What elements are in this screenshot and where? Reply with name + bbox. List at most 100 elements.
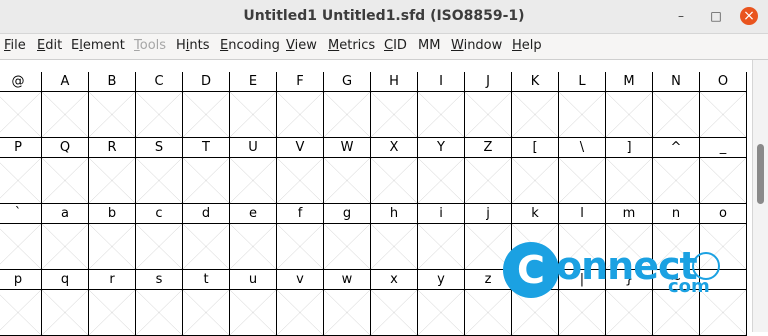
menu-help[interactable]: Help xyxy=(512,38,542,53)
glyph-cell[interactable]: W xyxy=(324,138,371,204)
empty-glyph-placeholder xyxy=(183,290,230,336)
glyph-cell[interactable]: M xyxy=(606,72,653,138)
glyph-cell[interactable]: C xyxy=(136,72,183,138)
empty-glyph-placeholder xyxy=(371,224,418,270)
glyph-cell[interactable]: x xyxy=(371,270,418,336)
glyph-label: p xyxy=(0,270,42,290)
glyph-cell[interactable]: B xyxy=(89,72,136,138)
glyph-cell[interactable]: i xyxy=(418,204,465,270)
empty-glyph-placeholder xyxy=(418,158,465,204)
glyph-cell[interactable]: c xyxy=(136,204,183,270)
maximize-button[interactable]: □ xyxy=(707,7,725,25)
menu-window[interactable]: Window xyxy=(451,38,502,53)
glyph-cell[interactable]: O xyxy=(700,72,747,138)
glyph-label: P xyxy=(0,138,42,158)
glyph-cell[interactable]: V xyxy=(277,138,324,204)
glyph-label: i xyxy=(418,204,465,224)
menu-file[interactable]: File xyxy=(4,38,26,53)
glyph-cell[interactable]: _ xyxy=(700,138,747,204)
glyph-cell[interactable]: [ xyxy=(512,138,559,204)
glyph-cell[interactable]: g xyxy=(324,204,371,270)
menu-encoding[interactable]: Encoding xyxy=(220,38,280,53)
glyph-cell[interactable]: H xyxy=(371,72,418,138)
glyph-cell[interactable]: s xyxy=(136,270,183,336)
glyph-cell[interactable]: w xyxy=(324,270,371,336)
menu-cid[interactable]: CID xyxy=(384,38,407,53)
glyph-cell[interactable]: ^ xyxy=(653,138,700,204)
glyph-label: O xyxy=(700,72,747,92)
glyph-label: b xyxy=(89,204,136,224)
empty-glyph-placeholder xyxy=(418,290,465,336)
glyph-cell[interactable]: Q xyxy=(42,138,89,204)
menu-mm[interactable]: MM xyxy=(418,38,440,53)
minimize-button[interactable]: – xyxy=(672,7,690,25)
glyph-cell[interactable]: t xyxy=(183,270,230,336)
vertical-scrollbar[interactable] xyxy=(752,60,768,332)
empty-glyph-placeholder xyxy=(183,92,230,138)
glyph-label: h xyxy=(371,204,418,224)
glyph-cell[interactable]: b xyxy=(89,204,136,270)
glyph-label: m xyxy=(606,204,653,224)
menu-view[interactable]: View xyxy=(286,38,317,53)
glyph-cell[interactable]: P xyxy=(0,138,42,204)
glyph-label: Z xyxy=(465,138,512,158)
glyph-cell[interactable]: U xyxy=(230,138,277,204)
empty-glyph-placeholder xyxy=(277,224,324,270)
glyph-cell[interactable]: I xyxy=(418,72,465,138)
menu-hints[interactable]: Hints xyxy=(176,38,210,53)
glyph-cell[interactable]: E xyxy=(230,72,277,138)
glyph-cell[interactable]: Y xyxy=(418,138,465,204)
glyph-cell[interactable]: f xyxy=(277,204,324,270)
menu-element[interactable]: Element xyxy=(71,38,125,53)
empty-glyph-placeholder xyxy=(465,92,512,138)
glyph-cell[interactable]: \ xyxy=(559,138,606,204)
empty-glyph-placeholder xyxy=(512,92,559,138)
scrollbar-thumb[interactable] xyxy=(757,144,764,204)
glyph-label: N xyxy=(653,72,700,92)
glyph-cell[interactable]: A xyxy=(42,72,89,138)
glyph-label: v xyxy=(277,270,324,290)
glyph-cell[interactable]: L xyxy=(559,72,606,138)
glyph-cell[interactable]: R xyxy=(89,138,136,204)
glyph-cell[interactable]: D xyxy=(183,72,230,138)
watermark-bubble: C xyxy=(503,242,559,298)
empty-glyph-placeholder xyxy=(324,290,371,336)
glyph-cell[interactable]: e xyxy=(230,204,277,270)
glyph-label: l xyxy=(559,204,606,224)
glyph-cell[interactable]: ` xyxy=(0,204,42,270)
glyph-cell[interactable]: K xyxy=(512,72,559,138)
empty-glyph-placeholder xyxy=(324,92,371,138)
glyph-cell[interactable]: @ xyxy=(0,72,42,138)
glyph-label: G xyxy=(324,72,371,92)
menu-edit[interactable]: Edit xyxy=(37,38,62,53)
glyph-cell[interactable]: X xyxy=(371,138,418,204)
glyph-cell[interactable]: ] xyxy=(606,138,653,204)
empty-glyph-placeholder xyxy=(42,224,89,270)
window-title: Untitled1 Untitled1.sfd (ISO8859-1) xyxy=(243,8,525,24)
glyph-cell[interactable]: Z xyxy=(465,138,512,204)
glyph-label: o xyxy=(700,204,747,224)
glyph-cell[interactable]: u xyxy=(230,270,277,336)
glyph-cell[interactable]: p xyxy=(0,270,42,336)
glyph-cell[interactable]: q xyxy=(42,270,89,336)
glyph-cell[interactable]: r xyxy=(89,270,136,336)
glyph-cell[interactable]: d xyxy=(183,204,230,270)
close-button[interactable]: × xyxy=(740,7,758,25)
glyph-cell[interactable]: a xyxy=(42,204,89,270)
glyph-label: L xyxy=(559,72,606,92)
glyph-cell[interactable]: y xyxy=(418,270,465,336)
empty-glyph-placeholder xyxy=(136,158,183,204)
glyph-cell[interactable]: S xyxy=(136,138,183,204)
glyph-cell[interactable]: T xyxy=(183,138,230,204)
glyph-cell[interactable]: h xyxy=(371,204,418,270)
glyph-cell[interactable]: J xyxy=(465,72,512,138)
empty-glyph-placeholder xyxy=(418,92,465,138)
glyph-cell[interactable]: N xyxy=(653,72,700,138)
menu-metrics[interactable]: Metrics xyxy=(328,38,375,53)
glyph-cell[interactable]: v xyxy=(277,270,324,336)
empty-glyph-placeholder xyxy=(0,290,42,336)
glyph-cell[interactable]: G xyxy=(324,72,371,138)
glyph-label: s xyxy=(136,270,183,290)
glyph-cell[interactable]: F xyxy=(277,72,324,138)
glyph-label: a xyxy=(42,204,89,224)
